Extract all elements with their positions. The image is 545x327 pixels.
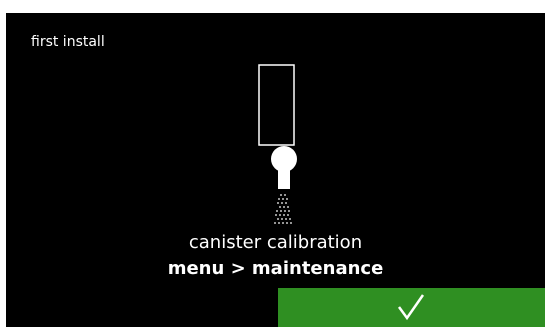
canister-dispense-icon (236, 61, 316, 231)
checkmark-icon (397, 294, 425, 321)
confirm-button[interactable] (278, 288, 545, 327)
screen: first install canister calibration menu … (0, 0, 545, 327)
instruction-path: menu > maintenance (167, 258, 384, 279)
screen-title: first install (31, 34, 105, 50)
display-panel: first install canister calibration menu … (6, 13, 545, 327)
instruction-title: canister calibration (188, 232, 363, 253)
